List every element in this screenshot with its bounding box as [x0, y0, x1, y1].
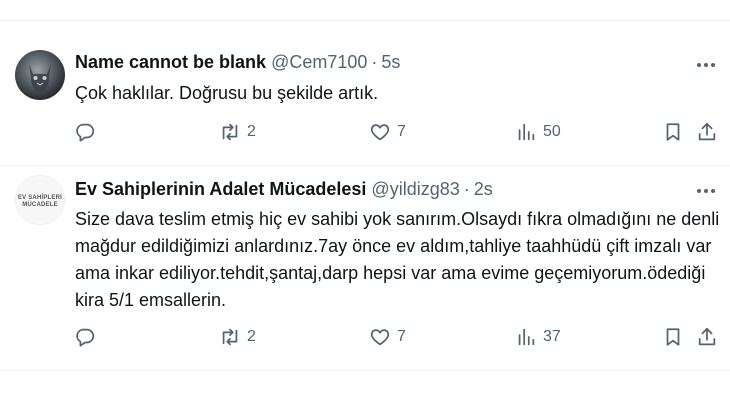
like-button[interactable]: 7	[369, 322, 406, 352]
separator-dot: ·	[463, 179, 470, 199]
retweet-icon	[222, 328, 238, 346]
user-handle[interactable]: @yildizg83	[371, 179, 459, 200]
views-icon	[518, 328, 535, 346]
timestamp[interactable]: 2s	[474, 179, 493, 200]
bottom-divider	[0, 370, 730, 371]
bookmark-button[interactable]	[662, 322, 684, 352]
retweet-count: 2	[247, 328, 256, 345]
tweet-actions: 2 7 37	[72, 322, 722, 352]
heart-icon	[370, 329, 390, 346]
display-name[interactable]: Ev Sahiplerinin Adalet Mücadelesi	[75, 179, 366, 200]
organization-logo: EV SAHİPLERİ MÜCADELE	[17, 195, 63, 208]
reply-icon	[76, 328, 95, 347]
more-icon[interactable]	[694, 181, 718, 201]
reply-button[interactable]	[74, 322, 102, 352]
tweet[interactable]: EV SAHİPLERİ MÜCADELE Ev Sahiplerinin Ad…	[0, 0, 730, 347]
like-count: 7	[397, 328, 406, 345]
retweet-button[interactable]: 2	[219, 322, 256, 352]
tweet-text: Size dava teslim etmiş hiç ev sahibi yok…	[75, 209, 720, 310]
bookmark-icon	[666, 328, 680, 346]
views-button[interactable]: 37	[515, 322, 561, 352]
views-count: 37	[543, 328, 561, 345]
share-button[interactable]	[696, 322, 718, 352]
avatar[interactable]: EV SAHİPLERİ MÜCADELE	[15, 175, 65, 225]
share-icon	[698, 327, 716, 346]
tweet-header: Ev Sahiplerinin Adalet Mücadelesi @yildi…	[75, 179, 493, 200]
